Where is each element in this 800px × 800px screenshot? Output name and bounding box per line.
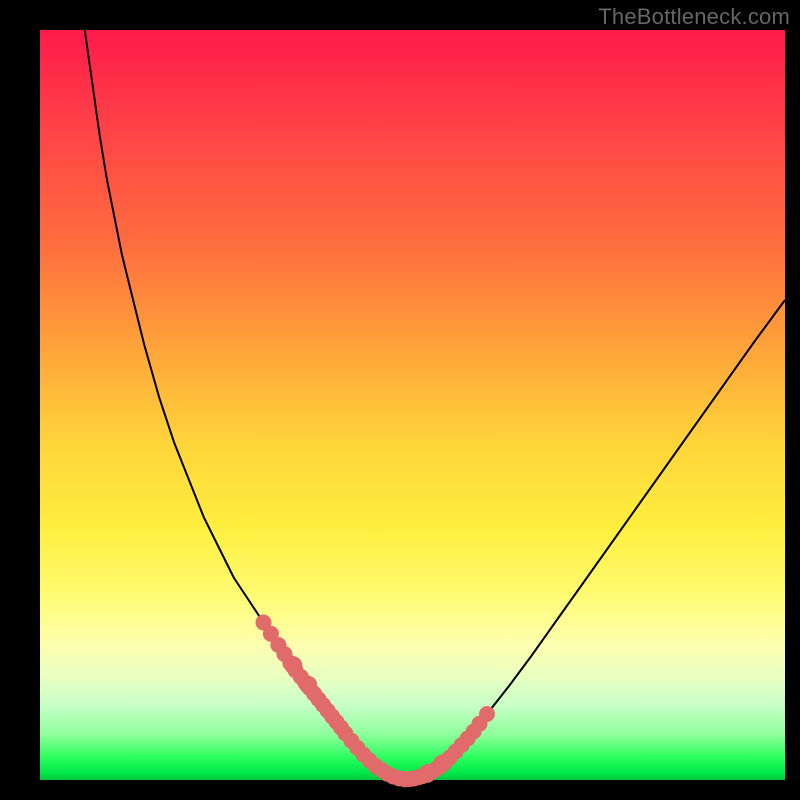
data-dot (479, 706, 495, 722)
plot-area (40, 30, 785, 780)
bottleneck-curve (85, 30, 785, 779)
data-dots (256, 615, 496, 788)
data-dot (433, 755, 451, 773)
curve-path (85, 30, 785, 779)
watermark-text: TheBottleneck.com (598, 4, 790, 30)
data-dot (418, 764, 436, 782)
data-dot (299, 676, 317, 694)
chart-frame: TheBottleneck.com (0, 0, 800, 800)
chart-svg (40, 30, 785, 780)
data-dot (284, 656, 302, 674)
